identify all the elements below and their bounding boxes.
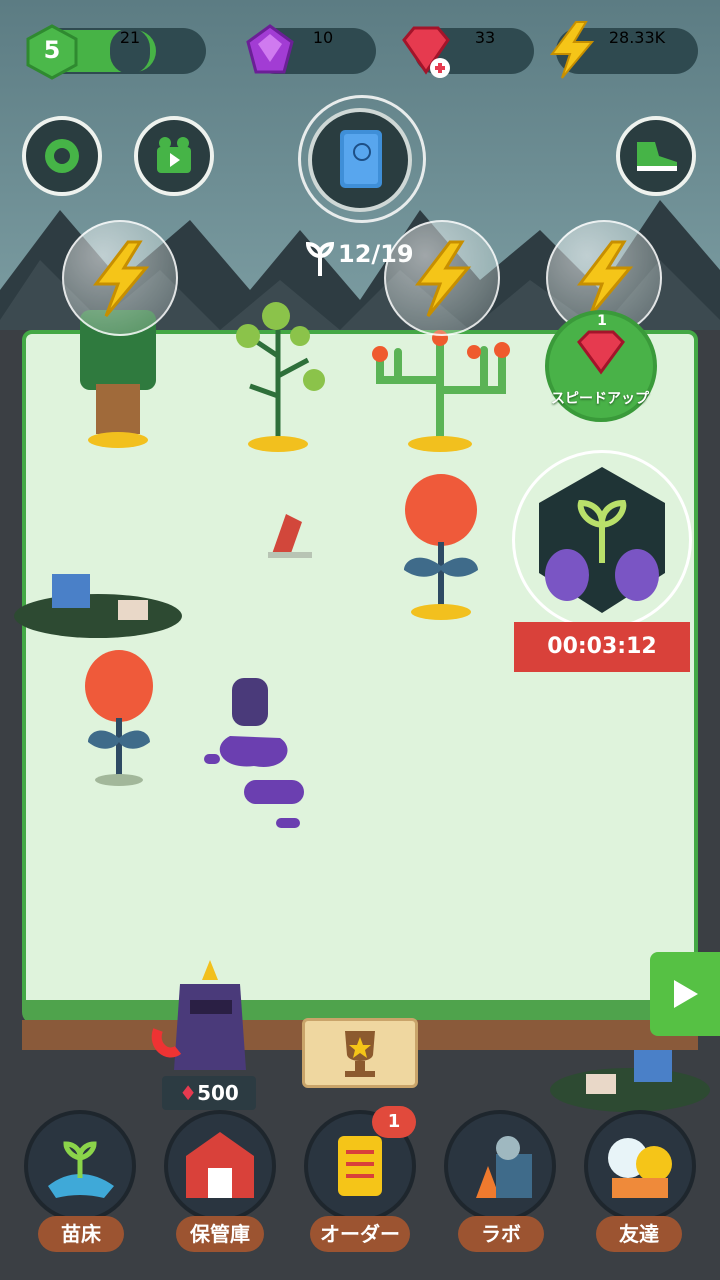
energy-bubble[interactable]	[62, 220, 178, 336]
seedling-icon	[48, 1141, 114, 1198]
speed-up-label: スピードアップ	[551, 391, 649, 407]
shop-price-value: 500	[197, 1081, 239, 1105]
growth-timer: 00:03:12	[547, 634, 657, 659]
plant-book-button[interactable]	[308, 108, 412, 212]
pea-vine-plant[interactable]	[226, 296, 332, 452]
book-icon	[340, 130, 382, 188]
seed-incubator-ring[interactable]	[512, 450, 692, 630]
trophy-board-button[interactable]	[302, 1018, 418, 1088]
red-gem-plus-icon[interactable]	[396, 24, 456, 80]
energy-bubble[interactable]	[384, 220, 500, 336]
nav-storage-button[interactable]	[164, 1110, 276, 1222]
red-gem-count: 33	[474, 28, 496, 47]
pomegranate-flower-small[interactable]	[84, 648, 154, 788]
nav-friends-button[interactable]	[584, 1110, 696, 1222]
purple-paint-spill[interactable]	[200, 676, 312, 832]
nav-storage-label[interactable]: 保管庫	[176, 1216, 264, 1252]
level-number: 5	[43, 36, 61, 64]
nav-nursery-button[interactable]	[24, 1110, 136, 1222]
cactus-plant[interactable]	[368, 320, 514, 452]
nav-nursery-label[interactable]: 苗床	[38, 1216, 124, 1252]
nav-lab-button[interactable]	[444, 1110, 556, 1222]
level-progress-value: 21	[110, 28, 150, 74]
purple-gem-count: 10	[312, 28, 334, 47]
purple-gem-icon	[246, 24, 294, 74]
speed-up-count: 1	[597, 313, 607, 329]
lightning-icon	[92, 240, 150, 317]
play-arrow-icon	[674, 980, 698, 1008]
orders-badge: 1	[372, 1106, 416, 1138]
sleeping-monster-shopkeeper[interactable]	[150, 960, 260, 1076]
lightning-icon	[550, 21, 595, 79]
sneaker-icon	[637, 142, 677, 171]
shoe-boost-button[interactable]	[616, 116, 696, 196]
nav-orders-label[interactable]: オーダー	[310, 1216, 410, 1252]
nav-lab-label[interactable]: ラボ	[458, 1216, 544, 1252]
trophy-icon	[345, 1031, 375, 1077]
litter-pile-right[interactable]	[546, 1044, 712, 1114]
lightning-icon	[414, 240, 472, 317]
shop-price: ♦500	[162, 1076, 256, 1110]
barn-icon	[186, 1132, 254, 1198]
sprout-icon	[306, 241, 334, 276]
gear-icon	[45, 139, 79, 173]
friends-icon	[608, 1138, 672, 1198]
next-field-button[interactable]	[650, 952, 720, 1036]
litter-pile-left[interactable]	[10, 566, 186, 640]
trash-can-litter[interactable]	[262, 508, 314, 560]
video-reward-button[interactable]	[134, 116, 214, 196]
pomegranate-flower-plant[interactable]	[400, 470, 482, 622]
energy-count: 28.33K	[608, 28, 666, 47]
nav-friends-label[interactable]: 友達	[596, 1216, 682, 1252]
red-gem-icon: ♦	[179, 1081, 198, 1105]
seed-incubator-icon	[539, 467, 665, 613]
lab-icon	[476, 1136, 532, 1198]
video-camera-icon	[157, 137, 191, 173]
settings-button[interactable]	[22, 116, 102, 196]
